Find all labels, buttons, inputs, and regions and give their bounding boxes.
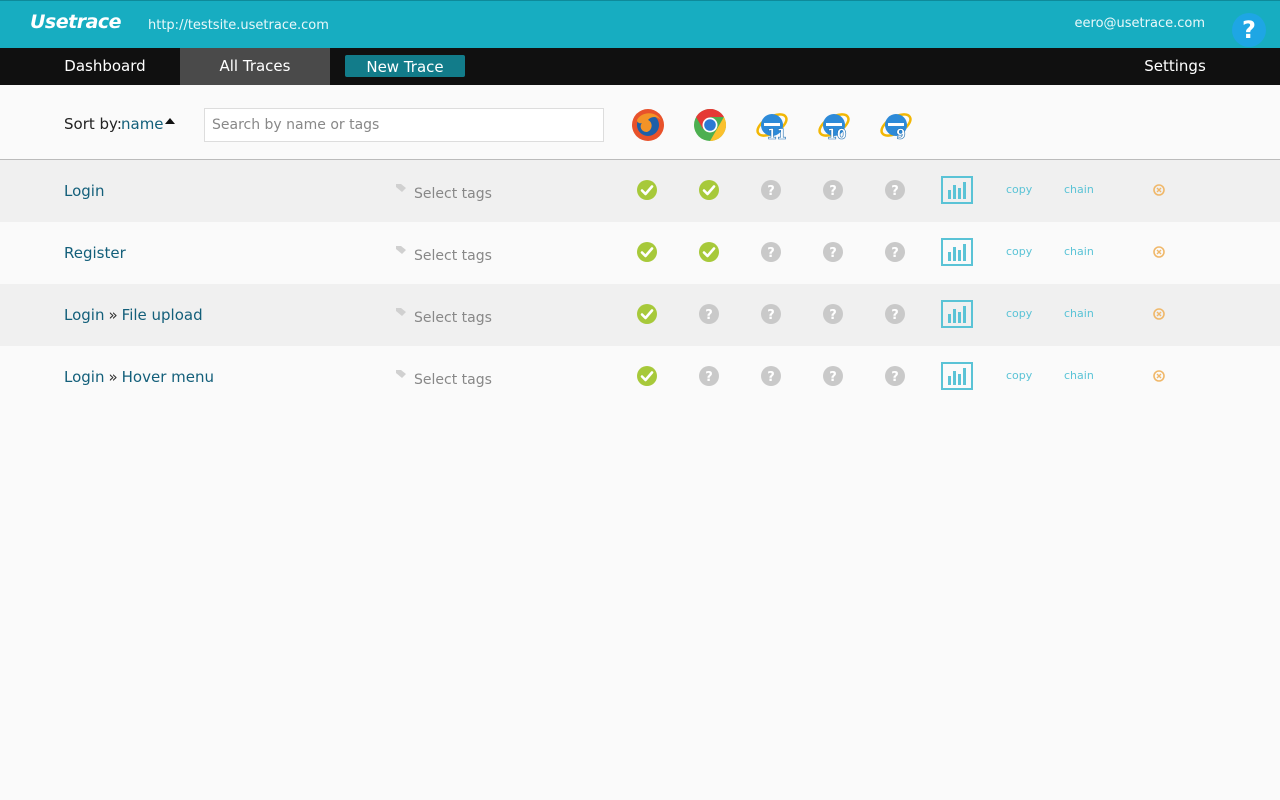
ie10-version: 10 [827, 127, 847, 142]
svg-text:?: ? [891, 246, 899, 261]
svg-text:?: ? [767, 246, 775, 261]
bar-chart-icon[interactable] [941, 176, 973, 204]
nav-bar: Dashboard All Traces New Trace Settings [0, 48, 1280, 85]
svg-text:?: ? [829, 184, 837, 199]
copy-link[interactable]: copy [1006, 183, 1032, 196]
unknown-status-icon[interactable]: ? [885, 304, 905, 324]
bar-chart-icon[interactable] [941, 300, 973, 328]
chrome-icon[interactable] [693, 108, 727, 142]
tag-icon [396, 308, 406, 316]
select-tags[interactable]: Select tags [414, 310, 492, 326]
nav-dashboard[interactable]: Dashboard [30, 48, 180, 85]
nav-all-traces[interactable]: All Traces [180, 48, 330, 85]
trace-row: Login Select tags??? copy chain [0, 160, 1280, 222]
pass-check-icon[interactable] [637, 242, 657, 262]
chain-link[interactable]: chain [1064, 183, 1094, 196]
unknown-status-icon[interactable]: ? [885, 242, 905, 262]
svg-text:?: ? [767, 184, 775, 199]
unknown-status-icon[interactable]: ? [761, 180, 781, 200]
chain-link[interactable]: chain [1064, 369, 1094, 382]
user-email[interactable]: eero@usetrace.com [1075, 16, 1205, 31]
svg-text:?: ? [829, 370, 837, 385]
unknown-status-icon[interactable]: ? [761, 304, 781, 324]
unknown-status-icon[interactable]: ? [823, 304, 843, 324]
ie10-icon[interactable]: 10 [817, 108, 851, 142]
firefox-icon[interactable] [631, 108, 665, 142]
svg-text:?: ? [829, 246, 837, 261]
nav-settings[interactable]: Settings [1130, 48, 1220, 85]
trace-link[interactable]: Hover menu [122, 368, 214, 386]
trace-name: Login» File upload [64, 306, 203, 324]
chain-link[interactable]: chain [1064, 307, 1094, 320]
trace-row: Register Select tags??? copy chain [0, 222, 1280, 284]
unknown-status-icon[interactable]: ? [823, 366, 843, 386]
search-input[interactable] [204, 108, 604, 142]
copy-link[interactable]: copy [1006, 245, 1032, 258]
delete-icon[interactable] [1153, 246, 1165, 258]
copy-link[interactable]: copy [1006, 369, 1032, 382]
sort-ascending-icon[interactable] [165, 118, 175, 124]
trace-name: Register [64, 244, 126, 262]
unknown-status-icon[interactable]: ? [761, 366, 781, 386]
svg-text:?: ? [705, 370, 713, 385]
site-url[interactable]: http://testsite.usetrace.com [148, 18, 329, 33]
tag-icon [396, 370, 406, 378]
ie11-version: 11 [767, 127, 786, 142]
trace-link[interactable]: Register [64, 244, 126, 262]
copy-link[interactable]: copy [1006, 307, 1032, 320]
svg-text:?: ? [891, 184, 899, 199]
select-tags[interactable]: Select tags [414, 248, 492, 264]
trace-link[interactable]: Login [64, 182, 104, 200]
trace-row: Login» File upload Select tags???? copy chai… [0, 284, 1280, 346]
help-button[interactable]: ? [1232, 13, 1266, 47]
ie9-version: 9 [896, 127, 906, 142]
pass-check-icon[interactable] [699, 180, 719, 200]
delete-icon[interactable] [1153, 370, 1165, 382]
toolbar: Sort by: name 11 10 9 [0, 85, 1280, 160]
unknown-status-icon[interactable]: ? [699, 304, 719, 324]
trace-name: Login» Hover menu [64, 368, 214, 386]
chain-link[interactable]: chain [1064, 245, 1094, 258]
unknown-status-icon[interactable]: ? [823, 242, 843, 262]
svg-text:?: ? [705, 308, 713, 323]
select-tags[interactable]: Select tags [414, 186, 492, 202]
pass-check-icon[interactable] [637, 180, 657, 200]
trace-link[interactable]: Login [64, 306, 104, 324]
trace-chain-separator: » [108, 306, 118, 324]
pass-check-icon[interactable] [637, 366, 657, 386]
unknown-status-icon[interactable]: ? [699, 366, 719, 386]
delete-icon[interactable] [1153, 184, 1165, 196]
tag-icon [396, 184, 406, 192]
delete-icon[interactable] [1153, 308, 1165, 320]
svg-text:?: ? [891, 370, 899, 385]
trace-link[interactable]: Login [64, 368, 104, 386]
top-bar: Usetrace http://testsite.usetrace.com ee… [0, 0, 1280, 48]
bar-chart-icon[interactable] [941, 238, 973, 266]
unknown-status-icon[interactable]: ? [885, 366, 905, 386]
svg-text:?: ? [829, 308, 837, 323]
select-tags[interactable]: Select tags [414, 372, 492, 388]
unknown-status-icon[interactable]: ? [761, 242, 781, 262]
pass-check-icon[interactable] [699, 242, 719, 262]
trace-chain-separator: » [108, 368, 118, 386]
svg-text:?: ? [891, 308, 899, 323]
trace-row: Login» Hover menu Select tags???? copy chain [0, 346, 1280, 408]
pass-check-icon[interactable] [637, 304, 657, 324]
sort-label: Sort by: [64, 115, 122, 133]
trace-name: Login [64, 182, 104, 200]
bar-chart-icon[interactable] [941, 362, 973, 390]
logo[interactable]: Usetrace [30, 11, 122, 33]
svg-text:?: ? [767, 370, 775, 385]
svg-text:?: ? [767, 308, 775, 323]
trace-link[interactable]: File upload [122, 306, 203, 324]
unknown-status-icon[interactable]: ? [823, 180, 843, 200]
unknown-status-icon[interactable]: ? [885, 180, 905, 200]
tag-icon [396, 246, 406, 254]
sort-field[interactable]: name [121, 115, 164, 133]
ie9-icon[interactable]: 9 [879, 108, 913, 142]
new-trace-button[interactable]: New Trace [345, 55, 465, 77]
ie11-icon[interactable]: 11 [755, 108, 789, 142]
